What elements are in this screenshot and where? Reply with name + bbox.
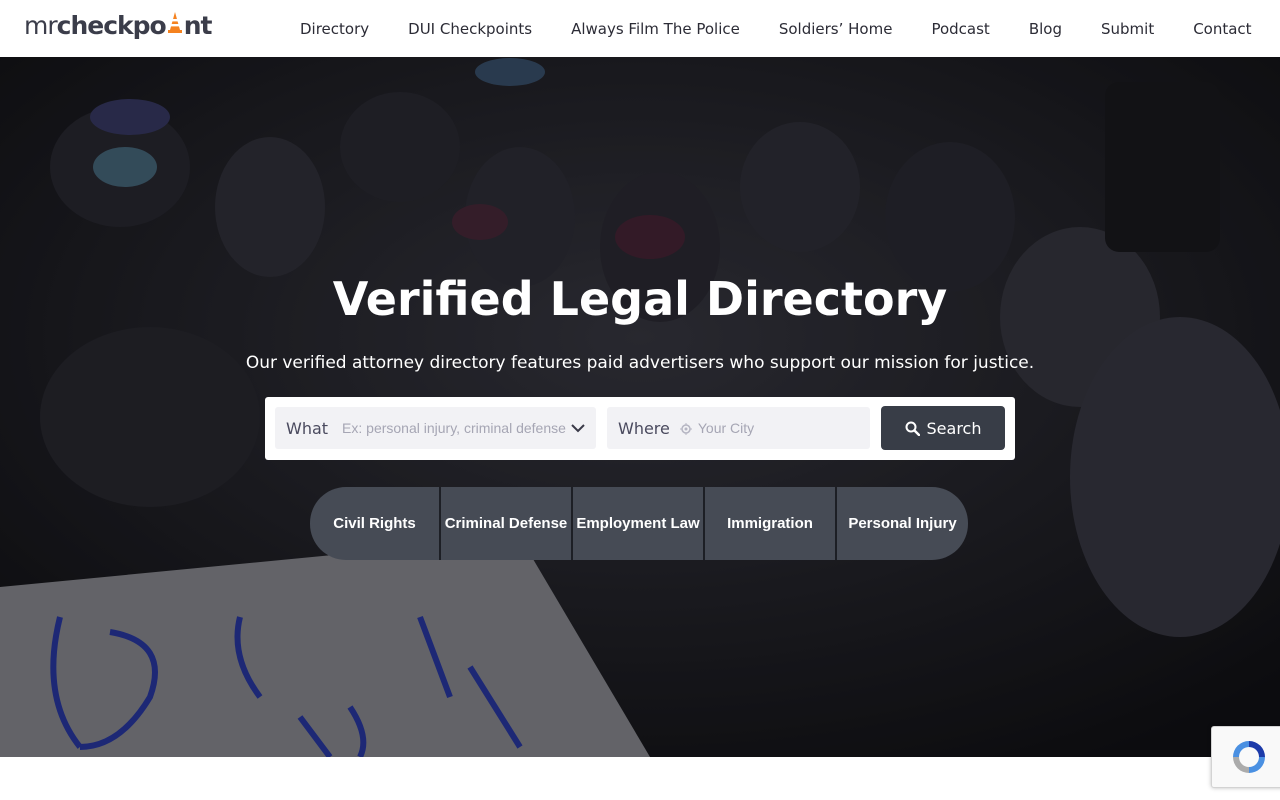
main-nav: Directory DUI Checkpoints Always Film Th… <box>300 0 1280 57</box>
category-employment-law[interactable]: Employment Law <box>573 487 705 560</box>
what-label: What <box>286 418 329 438</box>
nav-soldiers-home[interactable]: Soldiers’ Home <box>779 20 893 38</box>
logo-name-part-1: checkpo <box>56 11 167 40</box>
location-pin-icon <box>679 422 692 435</box>
nav-dui-checkpoints[interactable]: DUI Checkpoints <box>408 20 532 38</box>
recaptcha-icon <box>1232 741 1265 773</box>
what-input[interactable] <box>342 408 575 448</box>
page-title: Verified Legal Directory <box>332 272 948 326</box>
page-subtitle: Our verified attorney directory features… <box>245 353 1035 373</box>
recaptcha-badge[interactable] <box>1211 726 1280 788</box>
where-input[interactable] <box>697 408 858 448</box>
site-logo[interactable]: mr checkpo nt <box>24 10 213 44</box>
search-button[interactable]: Search <box>881 406 1005 450</box>
category-immigration[interactable]: Immigration <box>705 487 837 560</box>
search-button-label: Search <box>926 418 982 438</box>
nav-podcast[interactable]: Podcast <box>931 20 989 38</box>
traffic-cone-icon <box>167 10 183 36</box>
chevron-down-icon[interactable] <box>570 421 586 433</box>
category-criminal-defense[interactable]: Criminal Defense <box>441 487 573 560</box>
nav-directory[interactable]: Directory <box>300 20 369 38</box>
nav-contact[interactable]: Contact <box>1193 20 1251 38</box>
nav-blog[interactable]: Blog <box>1029 20 1062 38</box>
where-label: Where <box>618 418 670 438</box>
category-personal-injury[interactable]: Personal Injury <box>837 487 968 560</box>
directory-search-form: What Where Search <box>265 397 1015 460</box>
site-header: mr checkpo nt Directory DUI Checkpoints Al… <box>0 0 1280 57</box>
category-buttons: Civil Rights Criminal Defense Employment… <box>310 487 968 560</box>
search-icon <box>905 421 920 436</box>
nav-submit[interactable]: Submit <box>1101 20 1154 38</box>
category-civil-rights[interactable]: Civil Rights <box>310 487 441 560</box>
logo-name-part-2: nt <box>183 11 213 40</box>
nav-always-film-the-police[interactable]: Always Film The Police <box>571 20 740 38</box>
where-field: Where <box>607 407 870 449</box>
what-field: What <box>275 407 596 449</box>
logo-prefix: mr <box>24 11 58 40</box>
hero-section: Verified Legal Directory Our verified at… <box>0 57 1280 757</box>
